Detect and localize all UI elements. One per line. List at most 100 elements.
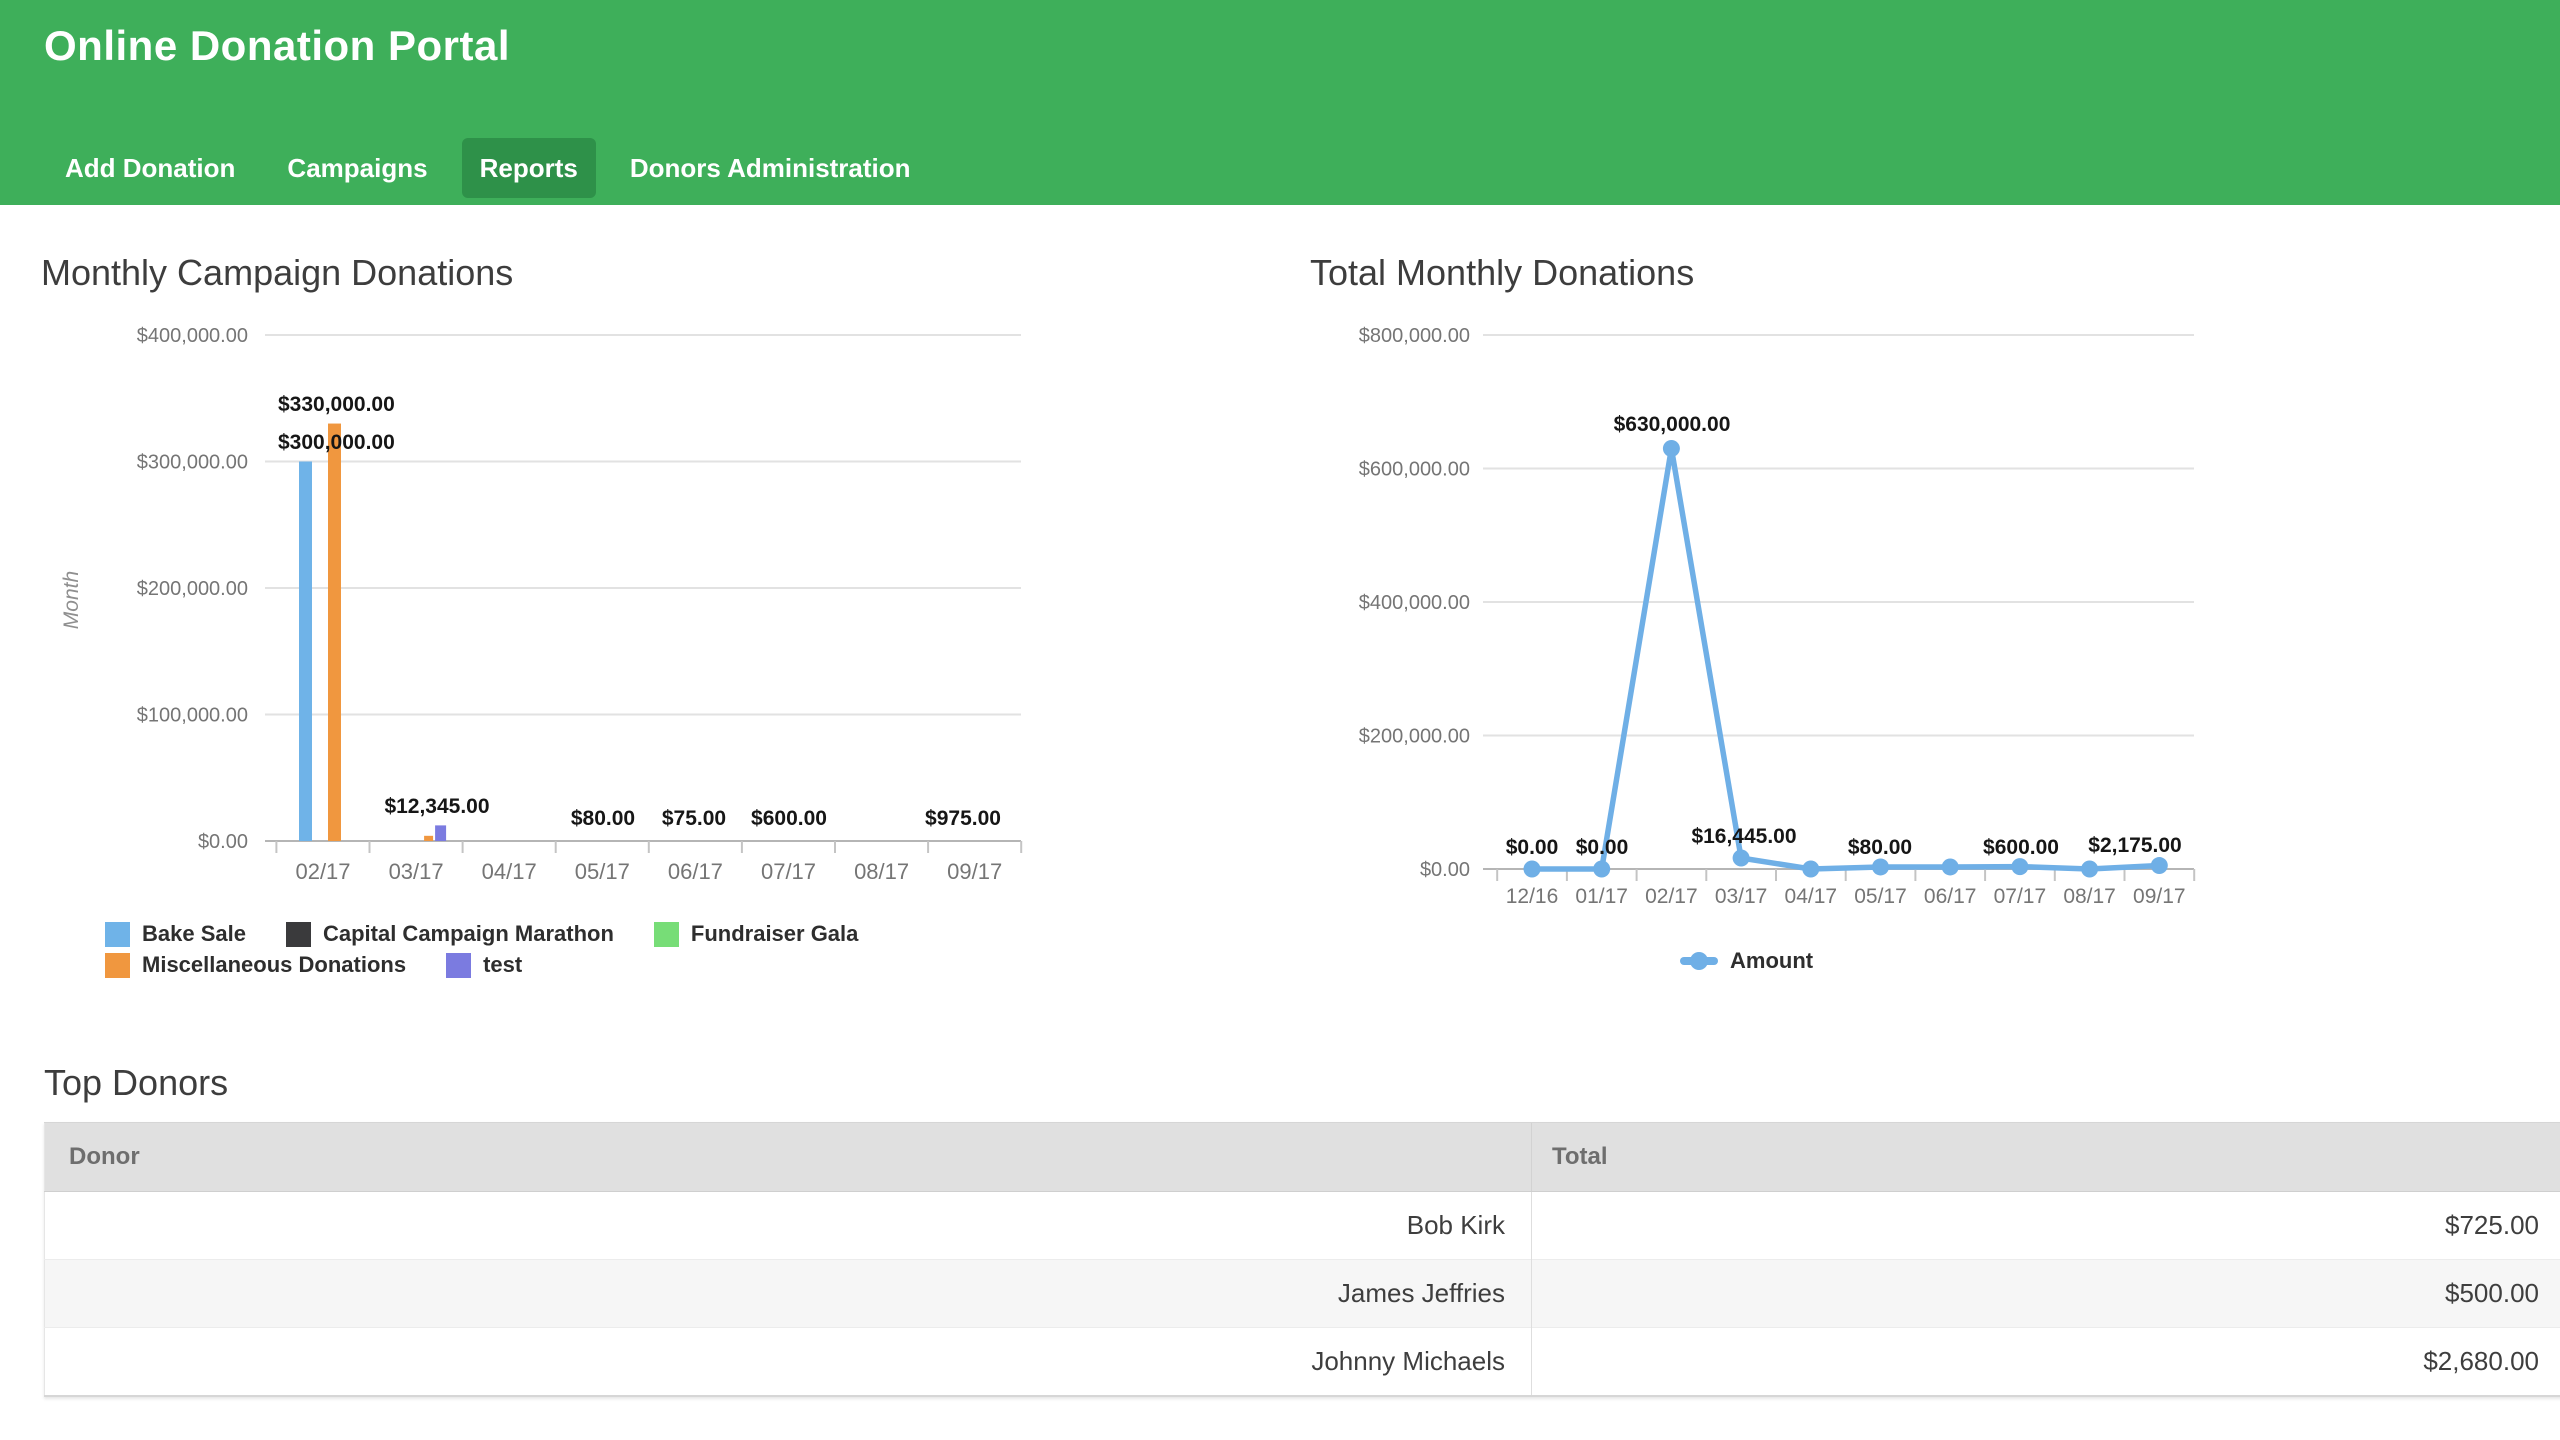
value-label: $600.00 <box>1983 836 2059 859</box>
line-chart-title: Total Monthly Donations <box>1310 252 1694 294</box>
top-donors-heading: Top Donors <box>44 1062 228 1104</box>
x-axis-tick-label: 07/17 <box>1994 885 2047 908</box>
legend-label: Miscellaneous Donations <box>142 952 406 978</box>
y-axis-tick-label: $400,000.00 <box>137 325 248 347</box>
table-row: James Jeffries$500.00 <box>45 1260 2560 1328</box>
legend-label: Bake Sale <box>142 921 246 947</box>
bar-test <box>435 825 446 841</box>
screen: Online Donation Portal Add Donation Camp… <box>0 0 2560 1440</box>
value-label: $16,445.00 <box>1691 825 1796 848</box>
point-marker <box>2011 858 2028 875</box>
value-label: $80.00 <box>571 807 635 830</box>
table-row: Bob Kirk$725.00 <box>45 1192 2560 1260</box>
value-label: $12,345.00 <box>384 795 489 818</box>
top-donors-table: Donor Total Bob Kirk$725.00James Jeffrie… <box>44 1122 2560 1397</box>
x-axis-tick-label: 04/17 <box>1785 885 1838 908</box>
value-label: $2,175.00 <box>2088 834 2181 857</box>
legend-swatch <box>105 953 130 978</box>
y-axis-title: Month <box>60 571 83 629</box>
legend-item-test: test <box>446 952 522 978</box>
donor-total-cell: $725.00 <box>1532 1192 2560 1260</box>
nav-tab-donors-administration[interactable]: Donors Administration <box>612 138 929 198</box>
legend-item-amount: Amount <box>1680 948 1813 974</box>
x-axis-tick-label: 06/17 <box>668 859 723 884</box>
line-series-amount <box>1532 448 2159 869</box>
value-label: $0.00 <box>1576 836 1629 859</box>
table-header: Donor Total <box>45 1123 2560 1192</box>
y-axis-tick-label: $0.00 <box>198 831 248 853</box>
x-axis-tick-label: 08/17 <box>854 859 909 884</box>
x-axis-tick-label: 09/17 <box>947 859 1002 884</box>
legend-item-capital-campaign-marathon: Capital Campaign Marathon <box>286 921 614 947</box>
nav-tab-add-donation[interactable]: Add Donation <box>47 138 253 198</box>
point-marker <box>1733 850 1750 867</box>
donor-name-cell: Bob Kirk <box>45 1192 1532 1260</box>
x-axis-tick-label: 06/17 <box>1924 885 1977 908</box>
donor-name-cell: James Jeffries <box>45 1260 1532 1328</box>
value-label: $75.00 <box>662 807 726 830</box>
point-marker <box>1942 858 1959 875</box>
column-header-total: Total <box>1532 1123 2560 1192</box>
legend-swatch <box>654 922 679 947</box>
y-axis-tick-label: $800,000.00 <box>1359 325 1470 347</box>
line-marker-icon <box>1680 957 1718 965</box>
x-axis-tick-label: 01/17 <box>1575 885 1628 908</box>
x-axis-tick-label: 05/17 <box>575 859 630 884</box>
point-marker <box>2151 857 2168 874</box>
point-marker <box>1663 440 1680 457</box>
bar-chart-legend: Bake Sale Capital Campaign Marathon Fundra… <box>105 921 1045 978</box>
bar-bake-sale <box>299 462 312 842</box>
line-chart-legend: Amount <box>1680 948 1813 974</box>
value-label: $975.00 <box>925 807 1001 830</box>
value-label: $330,000.00 <box>278 393 395 416</box>
legend-swatch <box>446 953 471 978</box>
value-label: $630,000.00 <box>1614 413 1731 436</box>
legend-label: test <box>483 952 522 978</box>
x-axis-tick-label: 02/17 <box>1645 885 1698 908</box>
x-axis-tick-label: 02/17 <box>295 859 350 884</box>
bar-miscellaneous-donations <box>328 424 341 841</box>
value-label: $0.00 <box>1506 836 1559 859</box>
x-axis-tick-label: 08/17 <box>2063 885 2116 908</box>
x-axis-tick-label: 03/17 <box>389 859 444 884</box>
legend-label: Amount <box>1730 948 1813 974</box>
point-marker <box>1872 858 1889 875</box>
bar-chart-title: Monthly Campaign Donations <box>41 252 513 294</box>
bar-chart: $400,000.00 $300,000.00 $200,000.00 $100,00… <box>0 300 1100 940</box>
nav-tab-campaigns[interactable]: Campaigns <box>269 138 445 198</box>
x-axis-tick-label: 04/17 <box>482 859 537 884</box>
legend-label: Fundraiser Gala <box>691 921 859 947</box>
y-axis-tick-label: $200,000.00 <box>137 578 248 600</box>
y-axis-tick-label: $200,000.00 <box>1359 726 1470 748</box>
point-marker <box>1802 861 1819 878</box>
legend-label: Capital Campaign Marathon <box>323 921 614 947</box>
line-chart: $800,000.00$600,000.00$400,000.00$200,00… <box>1420 300 2220 940</box>
value-label: $80.00 <box>1848 836 1912 859</box>
legend-swatch <box>286 922 311 947</box>
legend-item-miscellaneous-donations: Miscellaneous Donations <box>105 952 406 978</box>
nav-tab-reports[interactable]: Reports <box>462 138 596 198</box>
y-axis-tick-label: $400,000.00 <box>1359 592 1470 614</box>
x-axis-tick-label: 03/17 <box>1715 885 1768 908</box>
y-axis-tick-label: $100,000.00 <box>137 705 248 727</box>
x-axis-tick-label: 07/17 <box>761 859 816 884</box>
value-label: $300,000.00 <box>278 431 395 454</box>
legend-item-fundraiser-gala: Fundraiser Gala <box>654 921 859 947</box>
x-axis-tick-label: 09/17 <box>2133 885 2186 908</box>
donor-total-cell: $2,680.00 <box>1532 1328 2560 1397</box>
donor-total-cell: $500.00 <box>1532 1260 2560 1328</box>
value-label: $600.00 <box>751 807 827 830</box>
y-axis-tick-label: $600,000.00 <box>1359 459 1470 481</box>
app-header: Online Donation Portal Add Donation Camp… <box>0 0 2560 205</box>
table-row: Johnny Michaels$2,680.00 <box>45 1328 2560 1397</box>
app-title: Online Donation Portal <box>44 22 510 70</box>
x-axis-tick-label: 12/16 <box>1506 885 1559 908</box>
legend-item-bake-sale: Bake Sale <box>105 921 246 947</box>
column-header-donor: Donor <box>45 1123 1532 1192</box>
legend-swatch <box>105 922 130 947</box>
donor-name-cell: Johnny Michaels <box>45 1328 1532 1397</box>
point-marker <box>2081 861 2098 878</box>
bar-miscellaneous-donations <box>424 836 433 841</box>
main-nav: Add Donation Campaigns Reports Donors Ad… <box>47 138 929 198</box>
point-marker <box>1524 861 1541 878</box>
